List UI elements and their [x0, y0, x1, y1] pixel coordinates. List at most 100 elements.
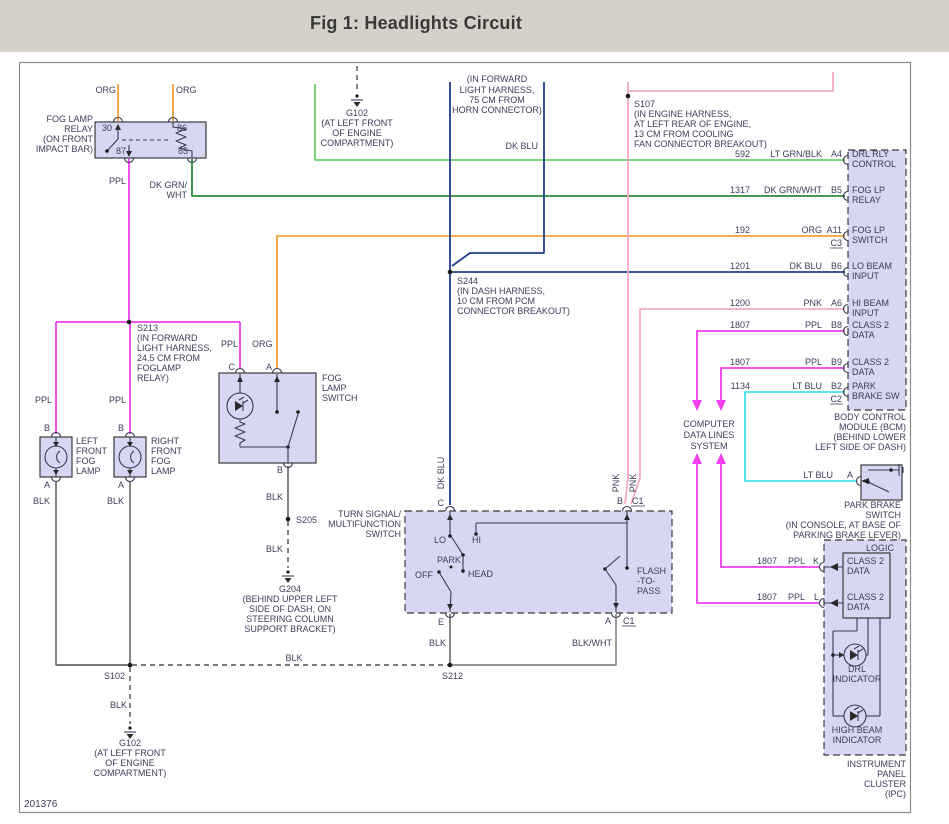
switch-position: HEAD — [468, 569, 494, 579]
lamp-caption: FOG — [151, 456, 171, 466]
circuit-number: 1807 — [757, 592, 777, 602]
fog-switch-caption: FOG — [322, 373, 342, 383]
circuit-number: 1807 — [730, 357, 750, 367]
splice-label: S205 — [296, 515, 317, 525]
wire-label-dkgrn: WHT — [167, 190, 188, 200]
lamp-caption: FOG — [76, 456, 96, 466]
splice-label: CONNECTOR BREAKOUT) — [457, 306, 570, 316]
ground-label: G204 — [279, 584, 301, 594]
pin-label: B5 — [831, 185, 842, 195]
pin-label: C — [438, 498, 445, 508]
wire-color: ORG — [801, 225, 822, 235]
wire-label-pnk-vertical: PNK — [628, 474, 638, 493]
pin-label: A — [118, 480, 124, 490]
ground-label: STEERING COLUMN — [246, 614, 334, 624]
pin-label: K — [813, 556, 819, 566]
splice-label: S213 — [137, 323, 158, 333]
wire-label-blk: BLK — [266, 544, 283, 554]
switch-position: OFF — [415, 570, 433, 580]
relay-pin: 86 — [177, 123, 187, 133]
pin-label: B — [277, 465, 283, 475]
splice-label: (IN ENGINE HARNESS, — [634, 109, 732, 119]
logic-label: LOGIC — [866, 543, 895, 553]
wire-label-ltblu: LT BLU — [803, 470, 833, 480]
connector-label: C3 — [830, 238, 842, 248]
switch-position: PARK — [437, 555, 461, 565]
pin-label: A — [847, 470, 853, 480]
fog-lamp-switch-box — [219, 373, 316, 463]
wire-label-blk: BLK — [266, 492, 283, 502]
indicator-label: HIGH BEAM — [832, 725, 883, 735]
park-brake-caption: SWITCH — [866, 510, 902, 520]
relay-caption: (ON FRONT — [43, 134, 93, 144]
pin-label: B8 — [831, 320, 842, 330]
pin-label: E — [438, 617, 444, 627]
indicator-label: INDICATOR — [833, 735, 882, 745]
wiring-diagram-page: Fig 1: Headlights Circuit — [0, 0, 949, 824]
bcm-function: FOG LP — [852, 225, 885, 235]
circuit-number: 1201 — [730, 261, 750, 271]
connector-label: C2 — [830, 394, 842, 404]
harness-note: (IN FORWARD — [467, 74, 528, 84]
pin-label: C — [229, 362, 236, 372]
indicator-label: DRL — [848, 664, 866, 674]
lamp-caption: LAMP — [76, 466, 101, 476]
circuit-number: 192 — [735, 225, 750, 235]
bcm-function: FOG LP — [852, 185, 885, 195]
pin-label: B — [44, 423, 50, 433]
indicator-label: INDICATOR — [833, 674, 882, 684]
ground-label: G102 — [119, 738, 141, 748]
splice-label: AT LEFT REAR OF ENGINE, — [634, 119, 751, 129]
bcm-function: RELAY — [852, 195, 881, 205]
switch-position: HI — [472, 535, 481, 545]
wire-color: LT GRN/BLK — [770, 149, 822, 159]
fog-switch-caption: SWITCH — [322, 393, 358, 403]
bcm-function: PARK — [852, 381, 876, 391]
bcm-function: DRL RLY — [852, 149, 889, 159]
pin-label: B — [617, 496, 623, 506]
bcm-caption: (BEHIND LOWER — [833, 432, 906, 442]
circuit-number: 592 — [735, 149, 750, 159]
harness-note: 75 CM FROM — [469, 95, 525, 105]
splice-label: 13 CM FROM COOLING — [634, 129, 734, 139]
wire-label-ppl: PPL — [109, 176, 126, 186]
connector-label: C1 — [632, 496, 644, 506]
turn-switch-caption: MULTIFUNCTION — [328, 519, 401, 529]
system-label: COMPUTER — [683, 419, 735, 429]
ipc-caption: CLUSTER — [864, 779, 907, 789]
ground-g204-icon — [282, 570, 294, 583]
wire-label-org: ORG — [95, 85, 116, 95]
wire-label-blk: BLK — [110, 700, 127, 710]
bcm-function: SWITCH — [852, 235, 888, 245]
park-brake-caption: PARKING BRAKE LEVER) — [793, 530, 901, 540]
splice-label: 10 CM FROM PCM — [457, 296, 535, 306]
splice-label: S212 — [442, 671, 463, 681]
ipc-caption: INSTRUMENT — [847, 759, 906, 769]
wire-color: DK GRN/WHT — [764, 185, 822, 195]
splice-label: LIGHT HARNESS, — [137, 343, 212, 353]
ground-label: OF ENGINE — [105, 758, 155, 768]
wire-label-dkgrn: DK GRN/ — [149, 180, 187, 190]
splice-label: FOGLAMP — [137, 363, 181, 373]
ipc-function: DATA — [847, 566, 870, 576]
pin-label: A11 — [827, 225, 842, 235]
pin-label: A4 — [831, 149, 842, 159]
wire-label-ppl: PPL — [109, 395, 126, 405]
wire-label-pnk-vertical: PNK — [611, 474, 621, 493]
wire-label-ppl: PPL — [35, 395, 52, 405]
wire-color: DK BLU — [789, 261, 822, 271]
wire-label-blk: BLK — [429, 638, 446, 648]
bcm-caption: BODY CONTROL — [834, 412, 906, 422]
splice-label: 24.5 CM FROM — [137, 353, 200, 363]
ipc-function: DATA — [847, 602, 870, 612]
wire-color: PPL — [805, 320, 822, 330]
bcm-function: INPUT — [852, 308, 880, 318]
ground-label: (AT LEFT FRONT — [94, 748, 166, 758]
wire-label-dkblu: DK BLU — [505, 141, 538, 151]
bcm-function: CLASS 2 — [852, 320, 889, 330]
bcm-function: LO BEAM — [852, 261, 892, 271]
switch-position: -TO- — [637, 576, 655, 586]
bcm-function: CLASS 2 — [852, 357, 889, 367]
bcm-function: CONTROL — [852, 159, 896, 169]
ground-label: SUPPORT BRACKET) — [244, 624, 335, 634]
